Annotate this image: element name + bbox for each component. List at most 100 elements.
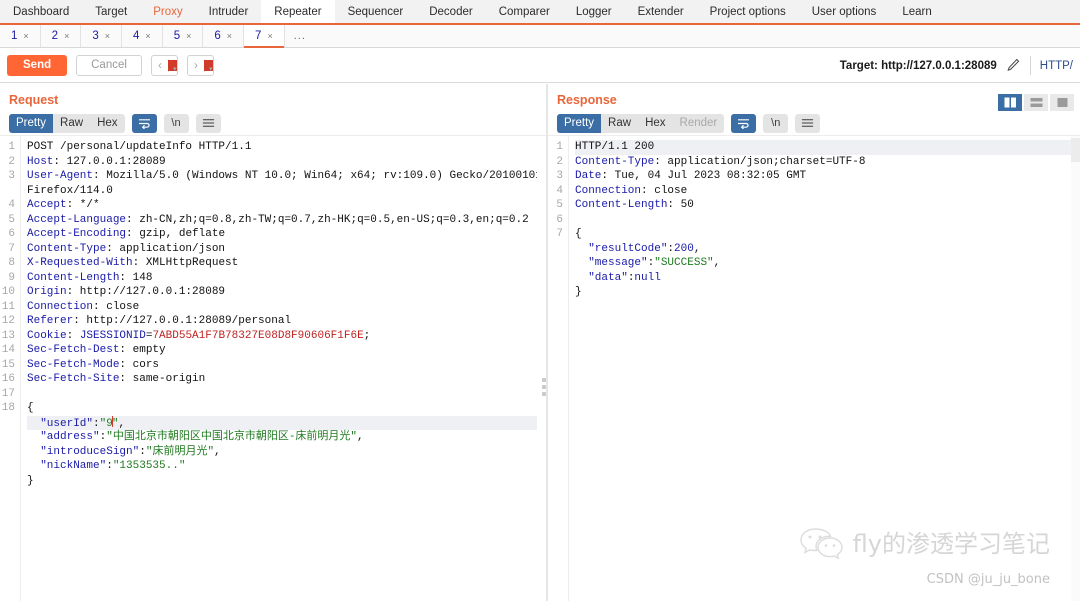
response-view-pretty[interactable]: Pretty xyxy=(557,113,602,133)
menu-tab-project-options[interactable]: Project options xyxy=(696,0,799,23)
response-menu-button[interactable] xyxy=(795,113,821,133)
code-line[interactable]: POST /personal/updateInfo HTTP/1.1 xyxy=(27,140,546,155)
repeater-tab-1[interactable]: 1 × xyxy=(0,25,41,47)
repeater-tab-overflow-button[interactable]: ... xyxy=(284,25,315,47)
menu-tab-dashboard[interactable]: Dashboard xyxy=(0,0,83,23)
menu-tab-sequencer[interactable]: Sequencer xyxy=(334,0,417,23)
code-line[interactable] xyxy=(27,387,546,402)
code-line[interactable]: Content-Type: application/json;charset=U… xyxy=(575,155,1080,170)
menu-tab-user-options[interactable]: User options xyxy=(798,0,890,23)
layout-side-by-side-button[interactable] xyxy=(998,94,1022,111)
response-word-wrap-button[interactable] xyxy=(731,113,757,133)
menu-tab-target[interactable]: Target xyxy=(82,0,141,23)
code-line[interactable]: Host: 127.0.0.1:28089 xyxy=(27,155,546,170)
response-code[interactable]: HTTP/1.1 200 Content-Type: application/js… xyxy=(568,136,1080,601)
code-line[interactable]: "message":"SUCCESS", xyxy=(575,256,1080,271)
response-view-hex[interactable]: Hex xyxy=(638,113,673,133)
repeater-action-bar: Send Cancel ‹ ▾ › ▾ Target: http://127.0… xyxy=(0,48,1080,83)
code-line[interactable]: Origin: http://127.0.0.1:28089 xyxy=(27,285,546,300)
menu-tab-decoder[interactable]: Decoder xyxy=(416,0,486,23)
close-icon[interactable]: × xyxy=(145,31,150,41)
code-token: } xyxy=(27,474,34,487)
request-newline-button[interactable]: \n xyxy=(163,113,189,133)
response-newline-button[interactable]: \n xyxy=(763,113,789,133)
repeater-tab-7[interactable]: 7 × xyxy=(244,25,285,48)
repeater-tab-2[interactable]: 2 × xyxy=(40,25,82,47)
menu-tab-comparer[interactable]: Comparer xyxy=(485,0,563,23)
code-line[interactable]: Connection: close xyxy=(27,300,546,315)
history-forward-button[interactable]: › ▾ xyxy=(186,54,214,76)
close-icon[interactable]: × xyxy=(267,31,272,41)
newline-label: \n xyxy=(771,117,781,129)
close-icon[interactable]: × xyxy=(64,31,69,41)
code-line[interactable]: "nickName":"1353535.." xyxy=(27,459,546,474)
response-view-render[interactable]: Render xyxy=(672,113,725,133)
code-line[interactable]: "userId":"9", xyxy=(27,415,546,430)
divider xyxy=(1029,56,1031,75)
code-line[interactable]: } xyxy=(575,285,1080,300)
request-word-wrap-button[interactable] xyxy=(131,113,157,133)
close-icon[interactable]: × xyxy=(227,31,232,41)
request-view-hex[interactable]: Hex xyxy=(90,113,125,133)
menu-tab-proxy[interactable]: Proxy xyxy=(140,0,196,23)
code-line[interactable]: "data":null xyxy=(575,271,1080,286)
request-code[interactable]: POST /personal/updateInfo HTTP/1.1 Host: … xyxy=(20,136,546,601)
code-line[interactable]: Sec-Fetch-Mode: cors xyxy=(27,358,546,373)
code-line[interactable]: Accept: */* xyxy=(27,198,546,213)
menu-tab-learn[interactable]: Learn xyxy=(889,0,945,23)
request-view-raw[interactable]: Raw xyxy=(53,113,91,133)
response-scrollbar[interactable] xyxy=(1071,136,1080,601)
code-token: : application/json xyxy=(106,242,226,255)
code-line[interactable]: Connection: close xyxy=(575,184,1080,199)
request-scrollbar[interactable] xyxy=(537,136,546,601)
code-line[interactable]: Accept-Encoding: gzip, deflate xyxy=(27,227,546,242)
code-line[interactable]: "introduceSign":"床前明月光", xyxy=(27,445,546,460)
close-icon[interactable]: × xyxy=(186,31,191,41)
close-icon[interactable]: × xyxy=(23,31,28,41)
code-line[interactable]: Accept-Language: zh-CN,zh;q=0.8,zh-TW;q=… xyxy=(27,213,546,228)
send-button[interactable]: Send xyxy=(7,54,68,76)
code-line[interactable]: HTTP/1.1 200 xyxy=(575,140,1080,155)
code-token: { xyxy=(575,228,582,240)
code-line[interactable]: { xyxy=(575,227,1080,242)
code-line[interactable]: Date: Tue, 04 Jul 2023 08:32:05 GMT xyxy=(575,169,1080,184)
menu-tab-logger[interactable]: Logger xyxy=(562,0,625,23)
repeater-tab-5[interactable]: 5 × xyxy=(162,25,204,47)
code-line[interactable]: Sec-Fetch-Dest: empty xyxy=(27,343,546,358)
pane-resize-handle[interactable] xyxy=(539,372,548,402)
request-view-pretty[interactable]: Pretty xyxy=(9,113,54,133)
layout-single-button[interactable] xyxy=(1050,94,1074,111)
code-line[interactable]: "address":"中国北京市朝阳区中国北京市朝阳区-床前明月光", xyxy=(27,430,546,445)
request-editor[interactable]: 1 2 3 4 5 6 7 8 9 10 11 12 13 14 15 16 17 18 POST /person… xyxy=(0,135,546,601)
repeater-tab-4[interactable]: 4 × xyxy=(122,25,163,47)
menu-tab-label: Target xyxy=(95,5,128,18)
response-view-raw[interactable]: Raw xyxy=(601,113,639,133)
code-line[interactable]: } xyxy=(27,474,546,489)
code-token: : zh-CN,zh;q=0.8,zh-TW;q=0.7,zh-HK;q=0.5… xyxy=(126,213,529,226)
code-line[interactable]: User-Agent: Mozilla/5.0 (Windows NT 10.0… xyxy=(27,169,546,184)
repeater-tab-3[interactable]: 3 × xyxy=(81,25,123,47)
menu-tab-extender[interactable]: Extender xyxy=(624,0,697,23)
cancel-button[interactable]: Cancel xyxy=(76,54,142,76)
code-line[interactable]: Referer: http://127.0.0.1:28089/personal xyxy=(27,314,546,329)
code-line[interactable]: { xyxy=(27,401,546,416)
code-line[interactable]: Content-Type: application/json xyxy=(27,242,546,257)
history-back-button[interactable]: ‹ ▾ xyxy=(150,54,178,76)
close-icon[interactable]: × xyxy=(105,31,110,41)
code-line[interactable]: Content-Length: 148 xyxy=(27,271,546,286)
menu-tab-intruder[interactable]: Intruder xyxy=(195,0,262,23)
code-line[interactable]: "resultCode":200, xyxy=(575,242,1080,257)
menu-tab-repeater[interactable]: Repeater xyxy=(261,0,335,23)
code-line[interactable]: X-Requested-With: XMLHttpRequest xyxy=(27,256,546,271)
code-line[interactable]: Firefox/114.0 xyxy=(27,184,546,199)
layout-stacked-button[interactable] xyxy=(1024,94,1048,111)
request-menu-button[interactable] xyxy=(195,113,221,133)
code-line[interactable]: Cookie: JSESSIONID=7ABD55A1F7B78327E08D8… xyxy=(27,329,546,344)
repeater-tab-6[interactable]: 6 × xyxy=(203,25,245,47)
edit-target-button[interactable] xyxy=(1006,58,1021,73)
code-line[interactable]: Sec-Fetch-Site: same-origin xyxy=(27,372,546,387)
code-line[interactable]: Content-Length: 50 xyxy=(575,198,1080,213)
line-number xyxy=(548,242,566,257)
code-line[interactable] xyxy=(575,213,1080,228)
response-editor[interactable]: 1 2 3 4 5 6 7 HTTP/1.1 200 Content-Type: applic… xyxy=(548,135,1080,601)
